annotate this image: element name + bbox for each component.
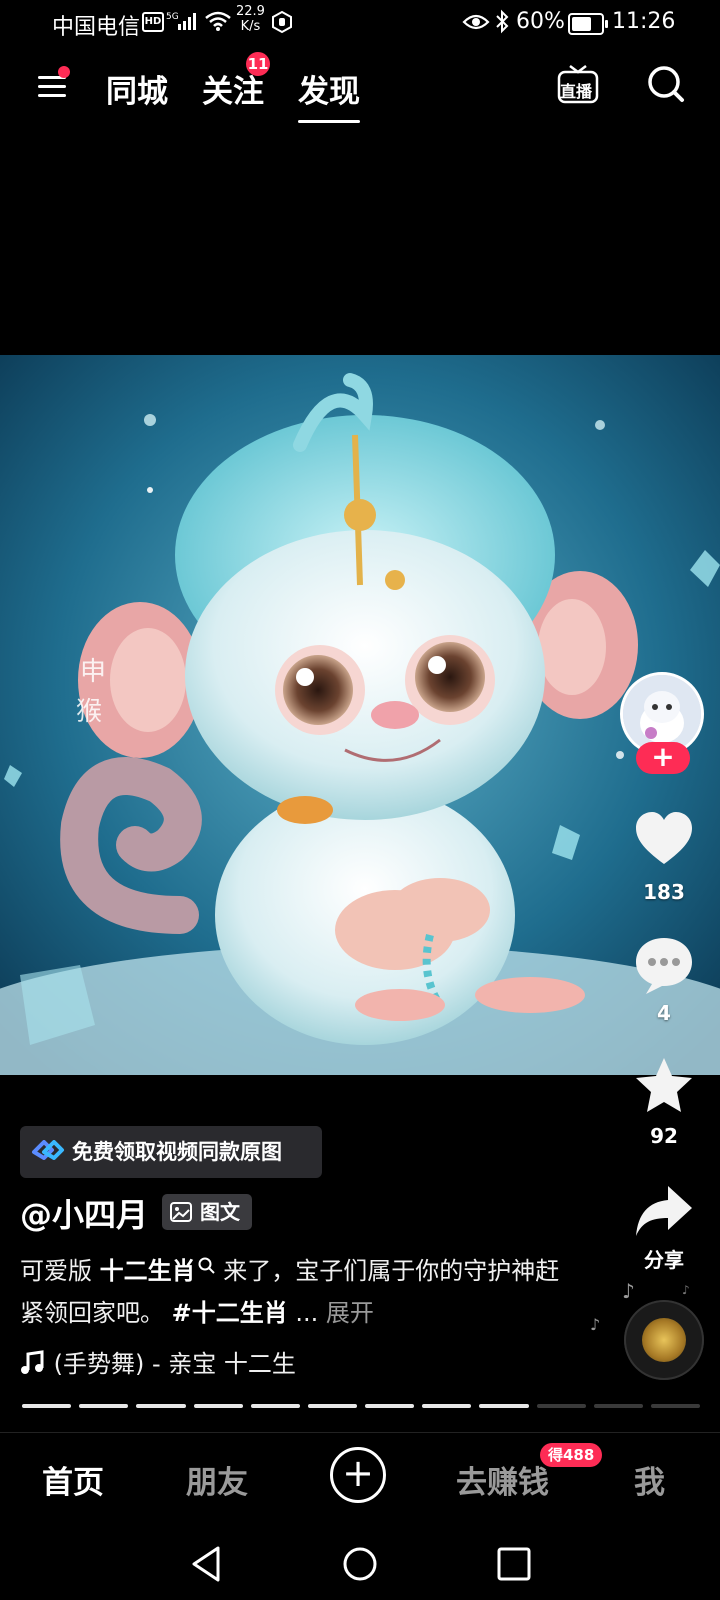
progress-segment xyxy=(136,1404,186,1408)
hand-icon xyxy=(272,10,292,34)
create-button[interactable]: + xyxy=(330,1447,386,1503)
favorite-star-icon[interactable] xyxy=(632,1054,696,1118)
caption-ellipsis: ... xyxy=(287,1299,326,1327)
image-progress-indicator xyxy=(22,1404,701,1408)
keyword-search-icon[interactable] xyxy=(198,1257,216,1275)
image-text-icon xyxy=(170,1202,192,1222)
eye-icon xyxy=(462,14,490,30)
progress-segment xyxy=(536,1404,586,1408)
tab-discover[interactable]: 发现 xyxy=(298,66,360,123)
post-caption: 可爱版 十二生肖 来了，宝子们属于你的守护神赶紧领回家吧。 #十二生肖 ... … xyxy=(20,1250,560,1334)
live-button[interactable]: 直播 xyxy=(556,62,600,106)
progress-segment xyxy=(22,1404,72,1408)
watermark-line2: 猴 xyxy=(76,697,102,727)
music-note-icon xyxy=(21,1350,44,1374)
follow-count-badge: 11 xyxy=(246,52,270,76)
like-heart-icon[interactable] xyxy=(632,808,696,872)
progress-segment xyxy=(593,1404,643,1408)
menu-button[interactable] xyxy=(36,66,70,104)
system-nav xyxy=(0,1530,720,1600)
music-title: (手势舞) - 亲宝 十二生 xyxy=(53,1350,296,1378)
caption-hashtag[interactable]: #十二生肖 xyxy=(172,1299,288,1327)
monkey-illustration: 申 猴 xyxy=(0,355,720,1075)
progress-segment xyxy=(650,1404,701,1408)
author-name[interactable]: @小四月 xyxy=(20,1190,148,1236)
share-arrow-icon[interactable] xyxy=(632,1180,696,1244)
favorite-count: 92 xyxy=(650,1124,678,1148)
svg-text:5G: 5G xyxy=(166,12,179,22)
progress-segment xyxy=(365,1404,415,1408)
net-speed-value: 22.9 xyxy=(236,4,265,19)
svg-text:♪: ♪ xyxy=(622,1279,635,1303)
top-nav: 同城 关注 11 发现 直播 xyxy=(0,52,720,123)
search-icon[interactable] xyxy=(646,64,686,106)
like-count: 183 xyxy=(643,880,685,904)
progress-segment xyxy=(422,1404,472,1408)
nav-home[interactable]: 首页 xyxy=(42,1457,104,1502)
battery-icon xyxy=(568,13,608,35)
caption-keyword[interactable]: 十二生肖 xyxy=(100,1257,196,1285)
promo-link-icon xyxy=(32,1140,64,1160)
recents-icon[interactable] xyxy=(496,1546,532,1582)
menu-notification-dot xyxy=(58,66,70,78)
back-icon[interactable] xyxy=(190,1544,224,1584)
battery-percent: 60% xyxy=(516,9,565,34)
net-speed-unit: K/s xyxy=(240,19,261,34)
carrier-label: 中国电信 xyxy=(52,15,141,40)
tab-tongcheng[interactable]: 同城 xyxy=(106,66,168,111)
nav-earn[interactable]: 去赚钱 xyxy=(456,1457,549,1502)
promo-text: 免费领取视频同款原图 xyxy=(72,1140,282,1164)
caption-text: 可爱版 xyxy=(20,1257,100,1285)
caption-expand-link[interactable]: 展开 xyxy=(326,1299,374,1327)
home-icon[interactable] xyxy=(342,1546,378,1582)
share-label: 分享 xyxy=(644,1248,684,1272)
progress-segment xyxy=(479,1404,529,1408)
music-disc-cover xyxy=(642,1318,686,1362)
post-type-tag: 图文 xyxy=(162,1194,252,1230)
wifi-icon xyxy=(205,11,231,31)
net-speed: 22.9 K/s xyxy=(236,4,265,34)
live-label: 直播 xyxy=(560,82,593,101)
comment-count: 4 xyxy=(657,1001,671,1025)
nav-me[interactable]: 我 xyxy=(634,1457,665,1502)
nav-friends[interactable]: 朋友 xyxy=(186,1457,248,1502)
progress-segment xyxy=(79,1404,129,1408)
promo-banner[interactable]: 免费领取视频同款原图 xyxy=(20,1126,322,1178)
progress-segment xyxy=(193,1404,243,1408)
watermark-line1: 申 xyxy=(80,657,106,687)
bottom-nav: 首页 朋友 + 去赚钱 得488 我 xyxy=(0,1432,720,1523)
music-disc[interactable] xyxy=(624,1300,704,1380)
progress-segment xyxy=(307,1404,358,1408)
follow-button[interactable]: + xyxy=(636,742,690,774)
post-image[interactable]: 申 猴 xyxy=(0,355,720,1075)
signal-icon: 5G xyxy=(166,12,196,30)
svg-text:♪: ♪ xyxy=(590,1315,600,1334)
status-bar: 中国电信 HD 5G 22.9 K/s 60% 11:26 xyxy=(0,0,720,44)
bluetooth-icon xyxy=(496,9,509,34)
progress-segment xyxy=(250,1404,300,1408)
hd-icon: HD xyxy=(142,12,164,32)
clock: 11:26 xyxy=(612,9,676,34)
earn-badge: 得488 xyxy=(540,1443,603,1467)
comment-icon[interactable] xyxy=(632,934,696,998)
svg-text:♪: ♪ xyxy=(682,1283,690,1297)
music-info[interactable]: (手势舞) - 亲宝 十二生 xyxy=(20,1344,296,1379)
post-type-label: 图文 xyxy=(200,1200,240,1224)
